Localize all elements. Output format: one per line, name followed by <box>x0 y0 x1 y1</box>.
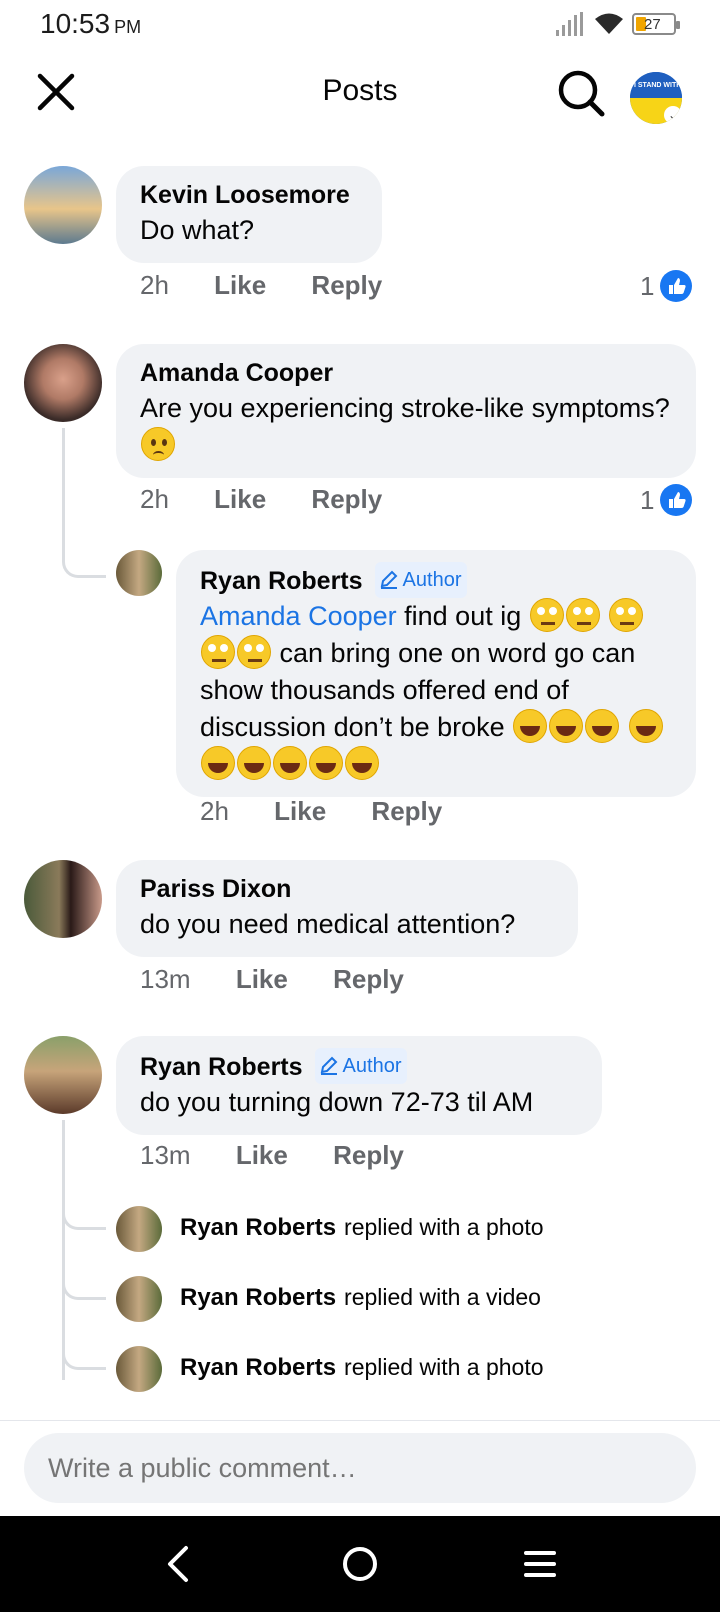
collapsed-reply[interactable]: Ryan Roberts replied with a video <box>180 1284 541 1312</box>
like-button[interactable]: Like <box>274 796 326 826</box>
home-icon[interactable] <box>330 1538 390 1590</box>
author-badge: Author <box>374 562 468 598</box>
wifi-icon <box>595 13 623 34</box>
avatar[interactable] <box>24 344 102 422</box>
comment-author[interactable]: Pariss Dixon <box>140 872 554 906</box>
reaction-count[interactable]: 1 <box>640 484 693 516</box>
avatar[interactable] <box>24 860 102 938</box>
reaction-count[interactable]: 1 <box>640 270 693 302</box>
page-title: Posts <box>322 74 398 107</box>
rofl-emoji <box>585 709 620 743</box>
reply-button[interactable]: Reply <box>311 484 382 514</box>
thread-connector <box>62 1270 106 1300</box>
comment-bubble[interactable]: Kevin Loosemore Do what? <box>116 166 382 263</box>
comment-time: 2h <box>140 484 169 514</box>
comments-feed[interactable]: Kevin Loosemore Do what? 2h Like Reply 1… <box>0 130 720 1420</box>
back-icon[interactable] <box>150 1538 210 1590</box>
collapsed-reply[interactable]: Ryan Roberts replied with a photo <box>180 1354 544 1382</box>
comment-actions: 13m Like Reply <box>140 964 442 995</box>
comment-actions: 2h Like Reply <box>140 484 420 515</box>
rofl-emoji <box>273 746 307 780</box>
collapsed-reply[interactable]: Ryan Roberts replied with a photo <box>180 1214 544 1242</box>
like-button[interactable]: Like <box>236 1140 288 1170</box>
comment-author[interactable]: Amanda Cooper <box>140 356 672 390</box>
status-bar: 10:53 PM 27 <box>0 0 720 50</box>
chevron-down-icon: ⌄ <box>664 106 682 124</box>
menu-icon[interactable] <box>510 1538 570 1590</box>
profile-avatar-button[interactable]: I STAND WITH ⌄ <box>630 72 682 124</box>
composer-bar <box>0 1420 720 1516</box>
avatar[interactable] <box>116 1206 162 1252</box>
header: Posts I STAND WITH ⌄ <box>0 58 720 130</box>
rofl-emoji <box>201 746 235 780</box>
comment-time: 13m <box>140 964 191 994</box>
comment-text: Do what? <box>140 215 255 245</box>
like-icon <box>660 484 693 516</box>
comment-text: do you need medical attention? <box>140 909 516 939</box>
thread-connector <box>62 1340 106 1370</box>
thread-line <box>62 428 65 558</box>
comment-text: Amanda Cooper find out ig can bring one … <box>200 598 672 783</box>
rofl-emoji <box>513 709 548 743</box>
comment-time: 2h <box>140 270 169 300</box>
eye-roll-emoji <box>201 635 235 669</box>
like-icon <box>660 270 693 302</box>
avatar[interactable] <box>116 550 162 596</box>
system-nav-bar <box>0 1516 720 1612</box>
rofl-emoji <box>237 746 271 780</box>
comment-text: Are you experiencing stroke-like symptom… <box>140 390 672 464</box>
avatar[interactable] <box>24 166 102 244</box>
pencil-icon <box>380 570 397 589</box>
avatar[interactable] <box>116 1346 162 1392</box>
avatar[interactable] <box>116 1276 162 1322</box>
reply-button[interactable]: Reply <box>311 270 382 300</box>
reply-button[interactable]: Reply <box>333 964 404 994</box>
eye-roll-emoji <box>237 635 271 669</box>
comment-bubble[interactable]: Amanda Cooper Are you experiencing strok… <box>116 344 696 478</box>
eye-roll-emoji <box>565 598 600 632</box>
battery-icon: 27 <box>632 13 680 35</box>
comment-bubble[interactable]: Ryan Roberts Author do you turning down 7… <box>116 1036 602 1135</box>
rofl-emoji <box>309 746 343 780</box>
signal-icon <box>556 12 584 36</box>
thread-connector <box>62 1200 106 1230</box>
rofl-emoji <box>628 709 663 743</box>
search-icon[interactable] <box>556 68 606 118</box>
worried-face-emoji <box>141 427 175 461</box>
comment-actions: 2h Like Reply <box>200 796 480 827</box>
mention-link[interactable]: Amanda Cooper <box>200 601 397 631</box>
comment-time: 2h <box>200 796 229 826</box>
avatar[interactable] <box>24 1036 102 1114</box>
rofl-emoji <box>549 709 584 743</box>
comment-input[interactable] <box>24 1433 696 1503</box>
reply-button[interactable]: Reply <box>333 1140 404 1170</box>
comment-actions: 13m Like Reply <box>140 1140 442 1171</box>
eye-roll-emoji <box>529 598 564 632</box>
comment-bubble[interactable]: Pariss Dixon do you need medical attenti… <box>116 860 578 957</box>
pencil-icon <box>320 1056 337 1075</box>
rofl-emoji <box>345 746 379 780</box>
like-button[interactable]: Like <box>236 964 288 994</box>
comment-author[interactable]: Ryan Roberts Author <box>200 562 672 598</box>
status-clock: 10:53 PM <box>40 8 142 39</box>
comment-time: 13m <box>140 1140 191 1170</box>
reply-button[interactable]: Reply <box>371 796 442 826</box>
comment-author[interactable]: Ryan Roberts Author <box>140 1048 578 1084</box>
comment-bubble[interactable]: Ryan Roberts Author Amanda Cooper find ou… <box>176 550 696 797</box>
comment-author[interactable]: Kevin Loosemore <box>140 178 358 212</box>
author-badge: Author <box>314 1048 408 1084</box>
comment-text: do you turning down 72-73 til AM <box>140 1087 534 1117</box>
comment-actions: 2h Like Reply <box>140 270 420 301</box>
like-button[interactable]: Like <box>214 270 266 300</box>
eye-roll-emoji <box>609 598 644 632</box>
thread-connector <box>62 548 106 578</box>
like-button[interactable]: Like <box>214 484 266 514</box>
